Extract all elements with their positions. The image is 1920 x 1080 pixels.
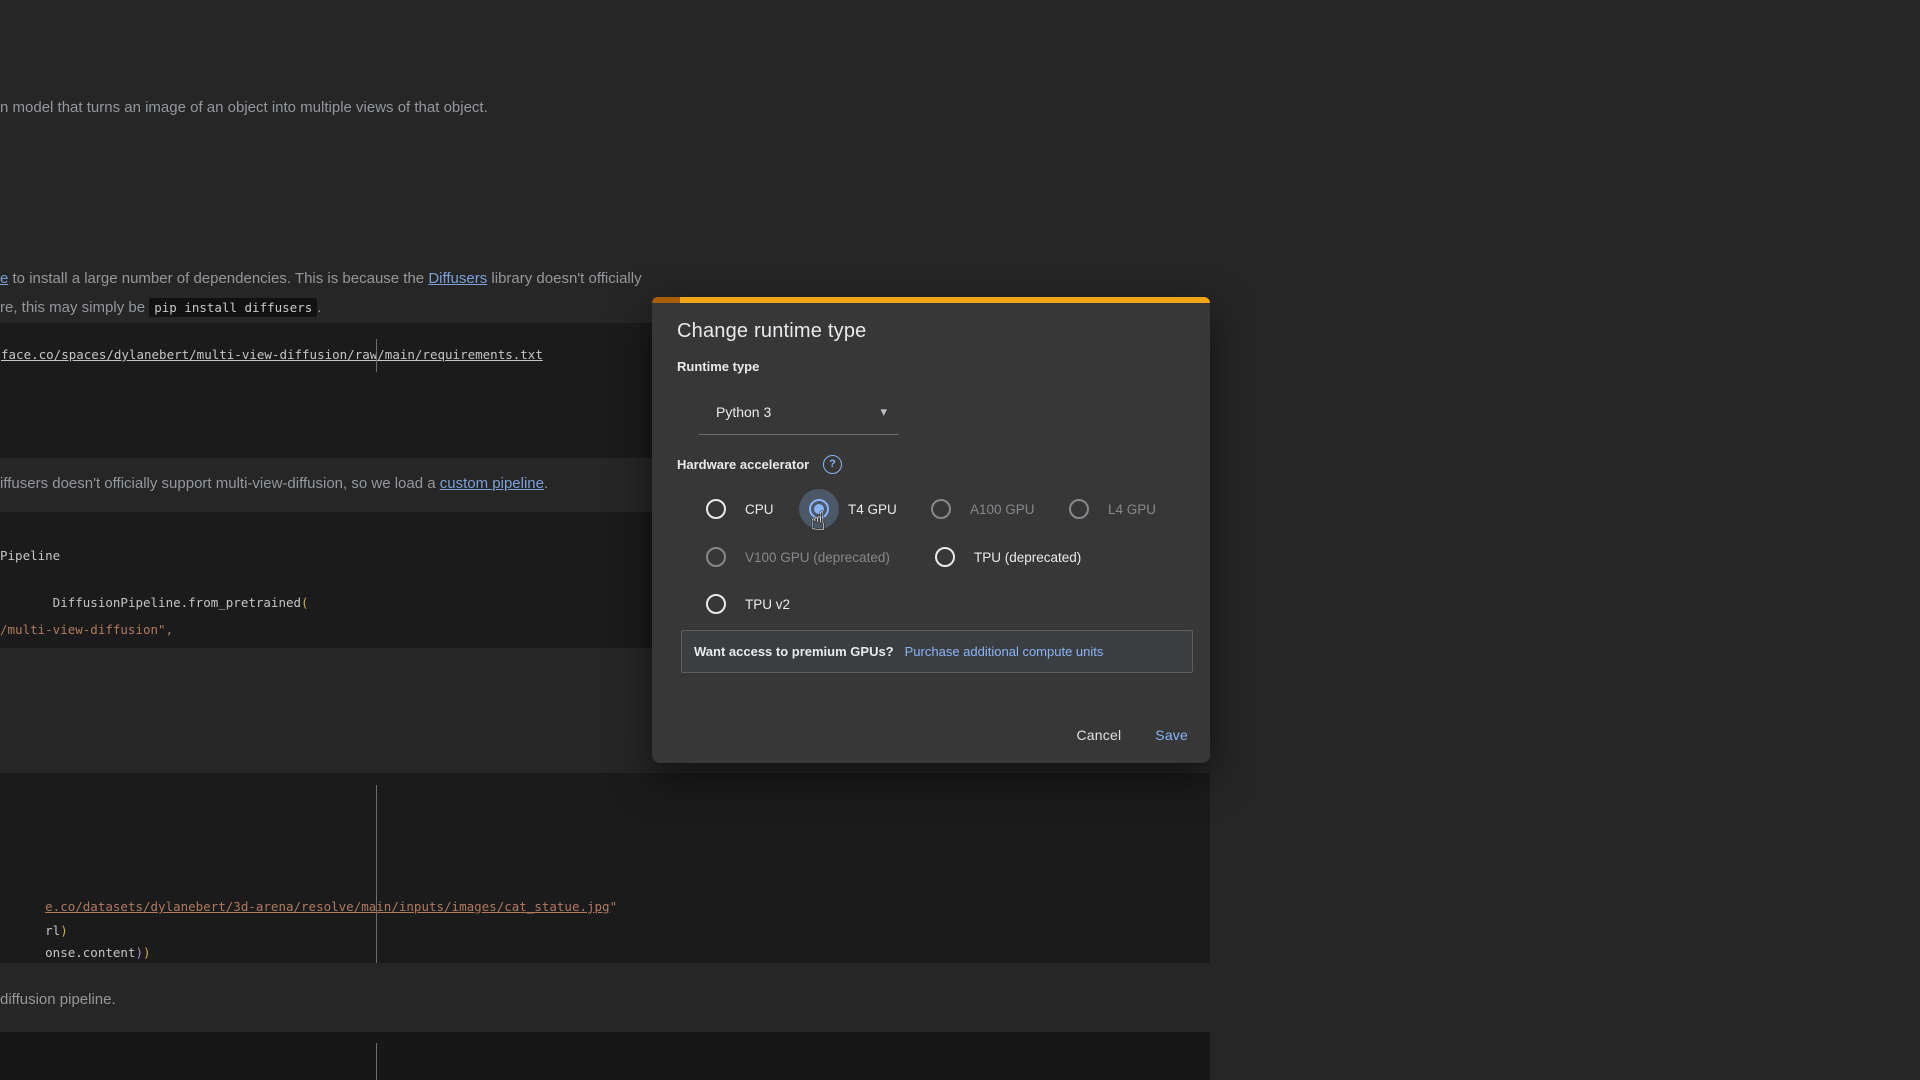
- radio-label: A100 GPU: [970, 502, 1035, 517]
- radio-label: V100 GPU (deprecated): [745, 550, 890, 565]
- dialog-button-row: Cancel Save: [1077, 717, 1189, 753]
- banner-question: Want access to premium GPUs?: [694, 644, 894, 659]
- cell-divider-line: [376, 785, 377, 963]
- radio-label: TPU (deprecated): [974, 550, 1081, 565]
- radio-icon[interactable]: [1069, 499, 1089, 519]
- colab-page: { "background": { "intro_line": "n model…: [0, 0, 1920, 1080]
- code-line-pipeline: Pipeline: [0, 548, 60, 563]
- markdown-paragraph-line1: e to install a large number of dependenc…: [0, 270, 642, 287]
- code-text: onse.content: [45, 945, 135, 960]
- markdown-paragraph2: iffusers doesn't officially support mult…: [0, 475, 548, 492]
- radio-icon[interactable]: [706, 547, 726, 567]
- code-paren: (: [301, 595, 309, 610]
- hardware-accelerator-label: Hardware accelerator: [677, 457, 809, 472]
- cell-divider-line: [376, 1043, 377, 1080]
- paragraph-text: re, this may simply be: [0, 299, 149, 316]
- radio-option-cpu[interactable]: CPU: [706, 499, 774, 519]
- custom-pipeline-link[interactable]: custom pipeline: [440, 475, 544, 492]
- code-line-model-string: /multi-view-diffusion",: [0, 622, 173, 637]
- markdown-paragraph3: diffusion pipeline.: [0, 991, 116, 1008]
- dialog-title: Change runtime type: [677, 320, 866, 343]
- code-paren: ): [135, 945, 143, 960]
- help-icon[interactable]: ?: [823, 455, 842, 474]
- radio-icon[interactable]: [935, 547, 955, 567]
- radio-option-v100-gpu[interactable]: V100 GPU (deprecated): [706, 547, 890, 567]
- code-text: DiffusionPipeline.from_pretrained: [45, 595, 301, 610]
- radio-option-l4-gpu[interactable]: L4 GPU: [1069, 499, 1156, 519]
- change-runtime-type-dialog: Change runtime type Runtime type Python …: [652, 297, 1210, 763]
- paragraph-text: library doesn't officially: [487, 270, 641, 287]
- paragraph-text: .: [544, 475, 548, 492]
- radio-option-tpu-v2[interactable]: TPU v2: [706, 594, 790, 614]
- radio-option-a100-gpu[interactable]: A100 GPU: [931, 499, 1035, 519]
- paragraph-text: iffusers doesn't officially support mult…: [0, 475, 440, 492]
- purchase-compute-units-link[interactable]: Purchase additional compute units: [905, 644, 1104, 659]
- progress-bar-accent-segment: [680, 297, 1210, 303]
- code-paren: ): [143, 945, 151, 960]
- paragraph-text: .: [317, 299, 321, 316]
- runtime-type-select[interactable]: Python 3 ▾: [699, 390, 899, 435]
- dialog-progress-bar: [652, 297, 1210, 303]
- radio-label: TPU v2: [745, 597, 790, 612]
- radio-icon[interactable]: [706, 499, 726, 519]
- premium-gpu-banner: Want access to premium GPUs? Purchase ad…: [681, 630, 1193, 673]
- code-quote: ": [610, 899, 618, 914]
- requirements-url-code[interactable]: face.co/spaces/dylanebert/multi-view-dif…: [1, 347, 543, 362]
- radio-label: T4 GPU: [848, 502, 897, 517]
- inline-code-pip-install: pip install diffusers: [149, 298, 317, 317]
- cell-divider-line: [376, 339, 377, 372]
- cancel-button[interactable]: Cancel: [1077, 727, 1122, 743]
- radio-label: CPU: [745, 502, 774, 517]
- progress-bar-dark-segment: [652, 297, 680, 303]
- radio-icon[interactable]: [931, 499, 951, 519]
- code-line-image-url: e.co/datasets/dylanebert/3d-arena/resolv…: [0, 884, 617, 929]
- diffusers-link[interactable]: Diffusers: [428, 270, 487, 287]
- mouse-cursor-hand-icon: ☝: [810, 507, 826, 537]
- radio-label: L4 GPU: [1108, 502, 1156, 517]
- code-line-from-pretrained: DiffusionPipeline.from_pretrained(: [0, 580, 309, 625]
- markdown-paragraph-line2: re, this may simply be pip install diffu…: [0, 299, 321, 316]
- code-cell-bottom[interactable]: [0, 1032, 1210, 1080]
- code-line-response-content: onse.content)): [0, 930, 151, 975]
- chevron-down-icon: ▾: [880, 390, 887, 434]
- code-cell-image[interactable]: e.co/datasets/dylanebert/3d-arena/resolv…: [0, 773, 1210, 963]
- runtime-type-value: Python 3: [716, 390, 771, 434]
- radio-option-tpu-deprecated[interactable]: TPU (deprecated): [935, 547, 1081, 567]
- runtime-type-label: Runtime type: [677, 359, 759, 374]
- code-url-string[interactable]: e.co/datasets/dylanebert/3d-arena/resolv…: [45, 899, 609, 914]
- paragraph-text: to install a large number of dependencie…: [8, 270, 428, 287]
- markdown-intro-text: n model that turns an image of an object…: [0, 99, 488, 116]
- radio-icon[interactable]: [706, 594, 726, 614]
- save-button[interactable]: Save: [1155, 727, 1188, 743]
